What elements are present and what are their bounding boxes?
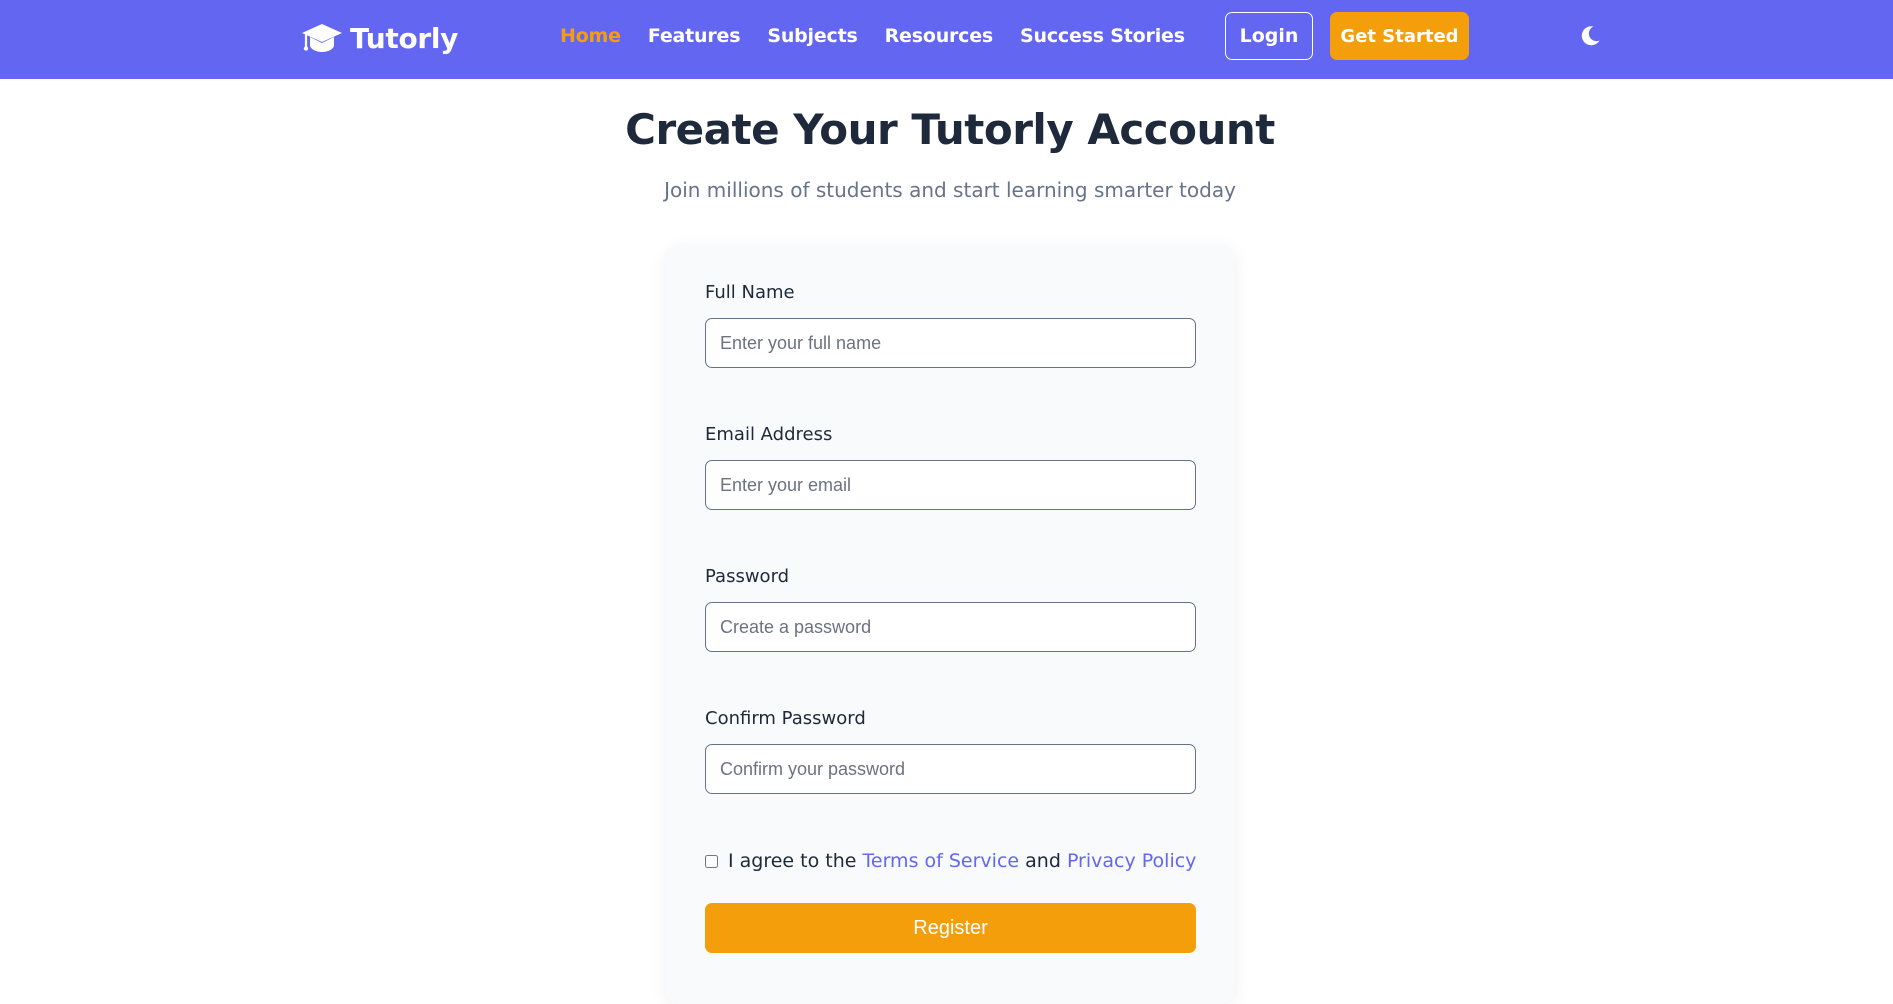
- terms-prefix-text: I agree to the: [728, 850, 857, 872]
- top-navbar: Tutorly Home Features Subjects Resources…: [0, 0, 1893, 79]
- full-name-label: Full Name: [705, 282, 795, 303]
- registration-form: Full Name Email Address Password Confirm…: [665, 244, 1235, 1004]
- login-button[interactable]: Login: [1225, 12, 1313, 60]
- password-label: Password: [705, 566, 790, 587]
- full-name-input[interactable]: [705, 318, 1196, 368]
- email-label: Email Address: [705, 424, 833, 445]
- theme-toggle-button[interactable]: [1575, 21, 1605, 51]
- privacy-policy-link[interactable]: Privacy Policy: [1067, 850, 1196, 872]
- brand-name: Tutorly: [350, 21, 459, 55]
- nav-links: Home Features Subjects Resources Success…: [560, 22, 1212, 50]
- terms-of-service-link[interactable]: Terms of Service: [863, 850, 1020, 872]
- page-subtitle: Join millions of students and start lear…: [664, 178, 1236, 202]
- register-button[interactable]: Register: [705, 903, 1196, 953]
- confirm-password-label: Confirm Password: [705, 708, 866, 729]
- nav-link-success-stories[interactable]: Success Stories: [1020, 25, 1185, 47]
- nav-link-subjects[interactable]: Subjects: [767, 25, 857, 47]
- brand-logo[interactable]: Tutorly: [301, 20, 458, 56]
- terms-conjunction-text: and: [1025, 850, 1061, 872]
- terms-checkbox[interactable]: [705, 854, 718, 868]
- get-started-button[interactable]: Get Started: [1330, 12, 1469, 60]
- nav-link-home[interactable]: Home: [560, 25, 621, 47]
- page-title: Create Your Tutorly Account: [625, 105, 1275, 154]
- confirm-password-input[interactable]: [705, 744, 1196, 794]
- moon-icon: [1579, 25, 1601, 47]
- password-input[interactable]: [705, 602, 1196, 652]
- graduation-cap-icon: [301, 22, 343, 54]
- nav-link-resources[interactable]: Resources: [885, 25, 994, 47]
- nav-link-features[interactable]: Features: [648, 25, 741, 47]
- email-input[interactable]: [705, 460, 1196, 510]
- terms-agreement: I agree to the Terms of Service and Priv…: [705, 850, 1196, 872]
